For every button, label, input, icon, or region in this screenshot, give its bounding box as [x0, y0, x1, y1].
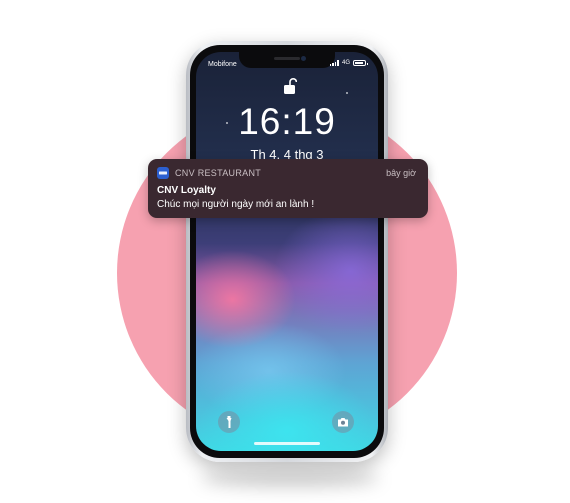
- carrier-name: Mobifone: [208, 61, 237, 68]
- lock-screen: Mobifone 4G 16:19 Th 4, 4 thg 3: [196, 52, 378, 451]
- notification-body: Chúc mọi người ngày mới an lành !: [157, 199, 315, 210]
- flashlight-icon: [226, 416, 232, 428]
- battery-icon: [353, 60, 368, 66]
- app-logo-icon: [159, 171, 167, 175]
- star: [346, 92, 348, 94]
- clock-time: 16:19: [238, 101, 336, 142]
- home-indicator[interactable]: [254, 442, 320, 445]
- notch: [239, 52, 335, 68]
- notification-timestamp: bây giờ: [386, 168, 416, 178]
- flashlight-button[interactable]: [218, 411, 240, 433]
- signal-icon: [329, 60, 339, 66]
- notification-app-name: CNV RESTAURANT: [175, 168, 262, 178]
- camera-button[interactable]: [332, 411, 354, 433]
- push-notification[interactable]: CNV RESTAURANT bây giờ CNV Loyalty Chúc …: [148, 159, 428, 218]
- network-type: 4G: [341, 60, 350, 66]
- phone-frame: Mobifone 4G 16:19 Th 4, 4 thg 3: [186, 41, 388, 462]
- notification-title: CNV Loyalty: [157, 185, 216, 196]
- status-indicators: 4G: [329, 60, 368, 66]
- speaker: [274, 57, 300, 60]
- app-icon: [157, 167, 169, 179]
- front-camera: [301, 56, 306, 61]
- unlock-icon: [284, 78, 297, 94]
- phone-shadow: [200, 470, 380, 488]
- camera-icon: [338, 418, 348, 427]
